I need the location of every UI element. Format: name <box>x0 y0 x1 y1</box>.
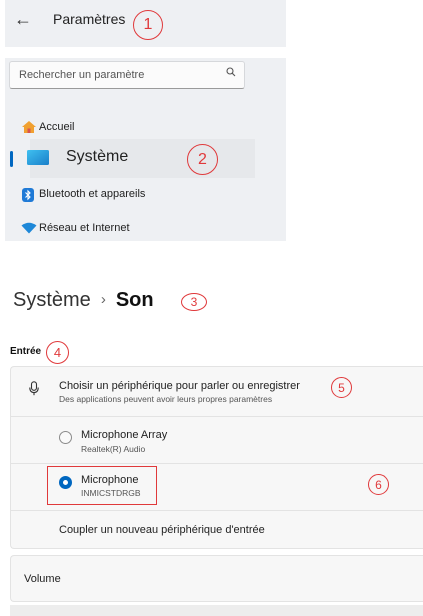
device-detail: Realtek(R) Audio <box>81 444 146 454</box>
breadcrumb-parent[interactable]: Système <box>13 289 91 311</box>
breadcrumb: Système › Son <box>13 289 154 312</box>
annotation-1: 1 <box>133 10 163 40</box>
radio-button[interactable] <box>59 431 72 444</box>
sidebar-item-label: Réseau et Internet <box>39 222 130 234</box>
device-name: Microphone Array <box>81 429 168 441</box>
sidebar-item-label: Accueil <box>39 121 75 133</box>
bluetooth-icon <box>21 188 35 202</box>
section-label-entree: Entrée <box>10 346 42 357</box>
app-title: Paramètres <box>53 11 126 27</box>
annotation-3: 3 <box>181 293 207 311</box>
device-chooser-row[interactable]: Choisir un périphérique pour parler ou e… <box>11 367 423 416</box>
sidebar-item-reseau[interactable]: Réseau et Internet <box>5 212 286 242</box>
bottom-strip <box>10 605 423 616</box>
sidebar-item-bluetooth[interactable]: Bluetooth et appareils <box>5 180 286 210</box>
search-icon <box>226 67 236 80</box>
back-arrow-icon[interactable]: ← <box>14 9 32 29</box>
pair-device-label: Coupler un nouveau périphérique d'entrée <box>59 524 265 536</box>
sidebar-item-label: Système <box>66 148 129 165</box>
annotation-5: 5 <box>331 377 352 398</box>
search-input[interactable]: Rechercher un paramètre <box>9 61 245 89</box>
sidebar-item-systeme[interactable]: Système <box>27 139 255 178</box>
sidebar-item-label: Bluetooth et appareils <box>39 188 146 200</box>
volume-label: Volume <box>24 573 61 585</box>
selection-indicator <box>10 151 13 167</box>
sidebar-item-accueil[interactable]: Accueil <box>5 112 286 142</box>
selected-device-highlight <box>47 466 157 505</box>
volume-row[interactable]: Volume <box>10 555 423 602</box>
annotation-6: 6 <box>368 474 389 495</box>
chooser-subtitle: Des applications peuvent avoir leurs pro… <box>59 394 273 404</box>
device-option-microphone-array[interactable]: Microphone Array Realtek(R) Audio <box>11 417 423 463</box>
wifi-icon <box>21 221 37 235</box>
annotation-2: 2 <box>187 144 218 175</box>
page-title: Son <box>115 289 154 311</box>
system-display-icon <box>27 150 49 165</box>
home-icon <box>21 120 36 134</box>
search-placeholder: Rechercher un paramètre <box>19 69 145 81</box>
pair-new-input-device-row[interactable]: Coupler un nouveau périphérique d'entrée <box>11 511 423 548</box>
chooser-title: Choisir un périphérique pour parler ou e… <box>59 380 300 392</box>
breadcrumb-separator: › <box>100 291 106 308</box>
microphone-icon <box>29 381 39 401</box>
annotation-4: 4 <box>46 341 69 364</box>
